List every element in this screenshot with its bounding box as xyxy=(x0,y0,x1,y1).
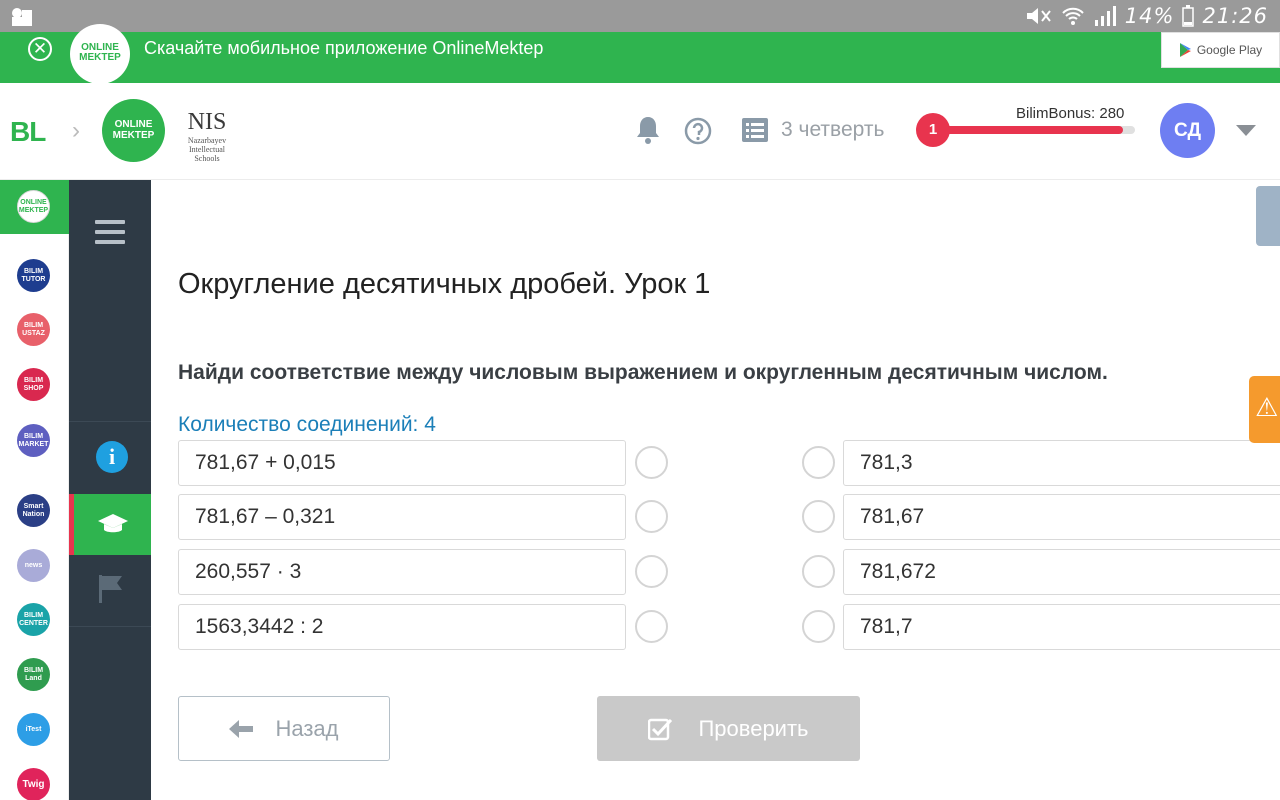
info-icon[interactable]: i xyxy=(96,441,128,473)
online-mektep-rail-icon: ONLINE MEKTEP xyxy=(17,190,50,223)
lesson-title: Округление десятичных дробей. Урок 1 xyxy=(178,268,711,300)
left-item: 260,557 · 3 xyxy=(178,549,626,595)
bilim-bonus-label: BilimBonus: 280 xyxy=(1016,105,1125,122)
mute-icon xyxy=(1026,8,1051,24)
status-bar: 14% 21:26 xyxy=(0,0,1280,32)
back-button[interactable]: Назад xyxy=(178,696,390,761)
graduation-cap-icon xyxy=(98,514,128,533)
right-connector[interactable] xyxy=(802,446,835,479)
back-label: Назад xyxy=(275,715,339,741)
left-item: 781,67 – 0,321 xyxy=(178,494,626,540)
check-label: Проверить xyxy=(698,715,809,741)
notification-icons xyxy=(10,7,34,27)
quarter-selector[interactable]: 3 четверть xyxy=(781,118,884,142)
connections-count: Количество соединений: 4 xyxy=(178,413,436,436)
checkbox-icon xyxy=(648,718,673,740)
side-panel-tab[interactable] xyxy=(1256,186,1280,246)
banner-text: Скачайте мобильное приложение OnlineMekt… xyxy=(144,38,544,58)
twig-icon[interactable]: Twig xyxy=(17,768,50,800)
bilim-ustaz-icon[interactable]: BILIM USTAZ xyxy=(17,313,50,346)
bl-logo[interactable]: BL xyxy=(10,116,46,148)
news-icon[interactable]: news xyxy=(17,549,50,582)
left-item: 781,67 + 0,015 xyxy=(178,440,626,486)
rail-item-online-mektep[interactable]: ONLINE MEKTEP xyxy=(0,180,69,234)
right-item: 781,67 xyxy=(843,494,1280,540)
right-item: 781,3 xyxy=(843,440,1280,486)
bilim-shop-icon[interactable]: BILIM SHOP xyxy=(17,368,50,401)
bonus-progress-bar xyxy=(940,126,1135,134)
smart-nation-icon[interactable]: Smart Nation xyxy=(17,494,50,527)
nis-logo: NIS Nazarbayev Intellectual Schools xyxy=(177,99,237,163)
help-icon[interactable] xyxy=(684,117,712,145)
status-right: 14% 21:26 xyxy=(1025,4,1268,28)
online-mektep-header-logo[interactable]: ONLINE MEKTEP xyxy=(102,99,165,162)
list-icon[interactable] xyxy=(742,118,768,142)
signal-icon xyxy=(1094,6,1116,26)
nis-logo-title: NIS xyxy=(187,109,227,135)
itest-icon[interactable]: iTest xyxy=(17,713,50,746)
warning-icon[interactable]: ⚠ xyxy=(1249,376,1280,443)
google-play-button[interactable]: Google Play xyxy=(1161,32,1280,68)
google-play-icon xyxy=(1179,43,1191,57)
lesson-sidebar: i xyxy=(69,180,151,800)
sidebar-divider xyxy=(69,180,151,422)
bonus-progress-fill xyxy=(940,126,1124,134)
close-banner-icon[interactable]: ✕ xyxy=(28,37,52,61)
left-connector[interactable] xyxy=(635,610,668,643)
bilim-center-icon[interactable]: BILIM CENTER xyxy=(17,603,50,636)
bell-icon[interactable] xyxy=(634,115,662,145)
notification-icon xyxy=(12,8,32,26)
check-button[interactable]: Проверить xyxy=(597,696,860,761)
top-header: BL › ONLINE MEKTEP NIS Nazarbayev Intell… xyxy=(0,83,1280,180)
bilim-land-icon[interactable]: BILIM Land xyxy=(17,658,50,691)
chevron-down-icon[interactable] xyxy=(1236,125,1256,136)
avatar[interactable]: СД xyxy=(1160,103,1215,158)
app-banner: ✕ ONLINE MEKTEP Скачайте мобильное прило… xyxy=(0,24,1280,84)
battery-icon xyxy=(1182,5,1195,27)
left-item: 1563,3442 : 2 xyxy=(178,604,626,650)
wifi-icon xyxy=(1062,7,1084,25)
right-connector[interactable] xyxy=(802,500,835,533)
question-text: Найди соответствие между числовым выраже… xyxy=(178,361,1108,384)
google-play-label: Google Play xyxy=(1196,43,1263,57)
left-connector[interactable] xyxy=(635,555,668,588)
nis-logo-subtitle: Nazarbayev Intellectual Schools xyxy=(187,136,227,163)
sidebar-item-lesson[interactable] xyxy=(69,494,151,555)
left-connector[interactable] xyxy=(635,446,668,479)
arrow-left-icon xyxy=(229,719,254,738)
chevron-right-icon[interactable]: › xyxy=(72,117,80,145)
online-mektep-logo: ONLINE MEKTEP xyxy=(70,24,130,84)
bilim-market-icon[interactable]: BILIM MARKET xyxy=(17,424,50,457)
clock: 21:26 xyxy=(1202,4,1268,28)
left-connector[interactable] xyxy=(635,500,668,533)
bilim-tutor-icon[interactable]: BILIM TUTOR xyxy=(17,259,50,292)
right-connector[interactable] xyxy=(802,555,835,588)
sidebar-divider xyxy=(69,626,151,627)
battery-percent: 14% xyxy=(1124,4,1175,28)
right-item: 781,672 xyxy=(843,549,1280,595)
flag-icon[interactable] xyxy=(97,573,127,605)
platform-rail: ONLINE MEKTEP BILIM TUTOR BILIM USTAZ BI… xyxy=(0,180,69,800)
right-connector[interactable] xyxy=(802,610,835,643)
right-item: 781,7 xyxy=(843,604,1280,650)
level-badge: 1 xyxy=(916,113,950,147)
